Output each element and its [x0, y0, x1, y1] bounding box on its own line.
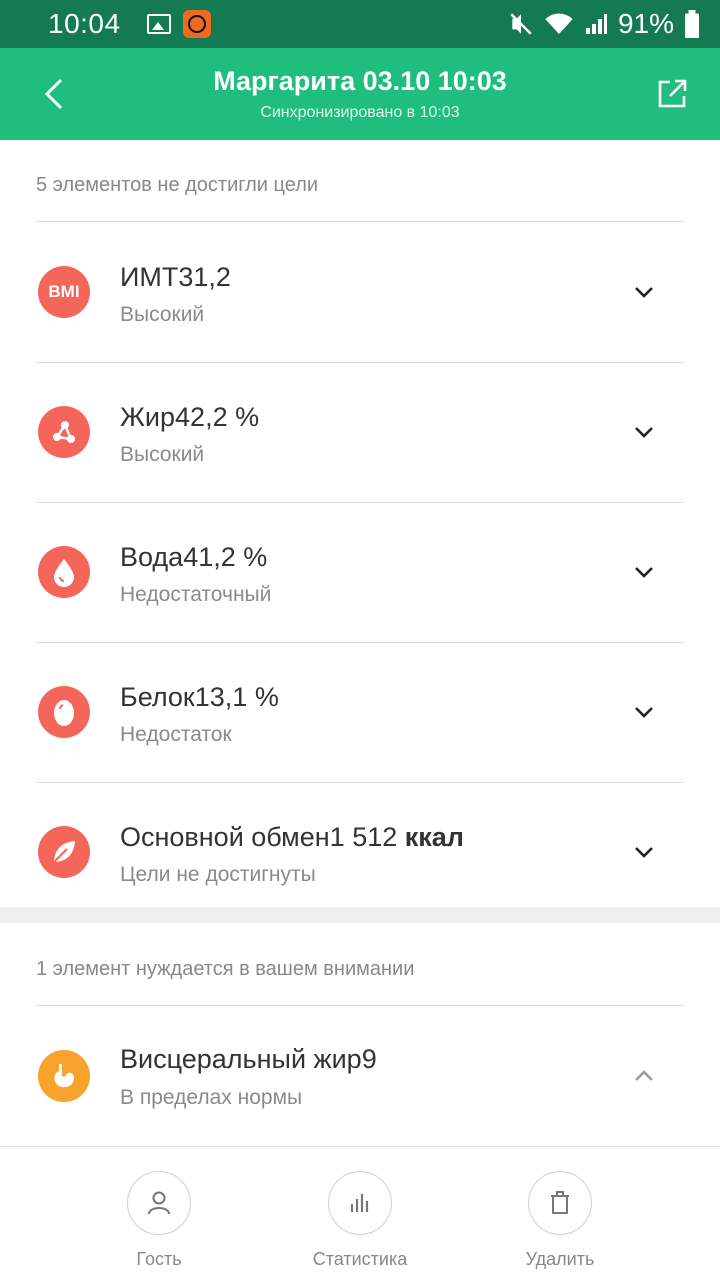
metric-status: Недостаточный — [120, 583, 272, 606]
bar-chart-icon — [350, 1194, 369, 1212]
metric-name: Белок13,1 % — [120, 682, 279, 712]
chevron-up-icon[interactable] — [630, 1062, 658, 1090]
visceral-fat-icon — [38, 1050, 90, 1102]
section-separator — [0, 907, 720, 923]
fat-icon — [38, 406, 90, 458]
metric-status: Цели не достигнуты — [120, 863, 316, 886]
leaf-icon — [38, 826, 90, 878]
section-title-goals: 5 элементов не достигли цели — [36, 174, 319, 196]
app-notification-icon — [182, 10, 211, 38]
app-header: Маргарита 03.10 10:03 Синхронизировано в… — [0, 48, 720, 140]
metric-row-visceral-fat[interactable]: Висцеральный жир9 В пределах нормы — [0, 1006, 720, 1146]
image-icon — [146, 14, 171, 34]
statistics-label: Статистика — [312, 1249, 408, 1269]
battery-icon — [685, 10, 699, 38]
metric-name: Висцеральный жир9 — [120, 1044, 377, 1074]
water-drop-icon — [38, 546, 90, 598]
chevron-down-icon[interactable] — [630, 558, 658, 586]
metric-status: В пределах нормы — [120, 1086, 303, 1109]
protein-egg-icon — [38, 686, 90, 738]
person-icon — [148, 1191, 170, 1215]
metric-name: Основной обмен1 512 ккал — [120, 822, 464, 852]
metric-row-protein[interactable]: Белок13,1 % Недостаток — [0, 642, 720, 782]
page-title: Маргарита 03.10 10:03 — [213, 66, 507, 96]
chevron-down-icon[interactable] — [630, 278, 658, 306]
delete-label: Удалить — [525, 1249, 595, 1269]
metric-name: Вода41,2 % — [120, 542, 268, 572]
mute-icon — [510, 13, 532, 35]
chevron-down-icon[interactable] — [630, 418, 658, 446]
trash-icon — [551, 1191, 569, 1214]
metric-status: Высокий — [120, 443, 205, 466]
metric-status: Высокий — [120, 303, 205, 326]
chevron-down-icon[interactable] — [630, 838, 658, 866]
guest-button[interactable]: Гость — [69, 1171, 249, 1270]
share-icon — [658, 79, 687, 108]
statistics-button[interactable]: Статистика — [270, 1171, 450, 1270]
metric-row-bmr[interactable]: Основной обмен1 512 ккал Цели не достигн… — [0, 782, 720, 922]
battery-percent: 91% — [617, 8, 674, 39]
share-button[interactable] — [654, 76, 690, 112]
sync-status: Синхронизировано в 10:03 — [260, 104, 460, 121]
metric-row-fat[interactable]: Жир42,2 % Высокий — [0, 362, 720, 502]
guest-label: Гость — [136, 1249, 182, 1269]
bottom-action-bar: Гость Статистика Удалить — [0, 1146, 720, 1280]
guest-circle[interactable] — [127, 1171, 191, 1235]
chevron-down-icon[interactable] — [630, 698, 658, 726]
metric-status: Недостаток — [120, 723, 232, 746]
status-bar: 10:04 91% — [0, 0, 720, 48]
section-title-attention: 1 элемент нуждается в вашем внимании — [36, 958, 415, 980]
signal-icon — [585, 14, 607, 34]
statistics-circle[interactable] — [328, 1171, 392, 1235]
status-time: 10:04 — [48, 8, 121, 39]
delete-button[interactable]: Удалить — [470, 1171, 650, 1270]
bmi-icon: BMI — [38, 266, 90, 318]
delete-circle[interactable] — [528, 1171, 592, 1235]
metric-name: ИМТ31,2 — [120, 262, 231, 292]
metric-row-bmi[interactable]: BMI ИМТ31,2 Высокий — [0, 222, 720, 362]
metric-row-water[interactable]: Вода41,2 % Недостаточный — [0, 502, 720, 642]
metric-name: Жир42,2 % — [120, 402, 260, 432]
wifi-icon — [545, 13, 573, 34]
